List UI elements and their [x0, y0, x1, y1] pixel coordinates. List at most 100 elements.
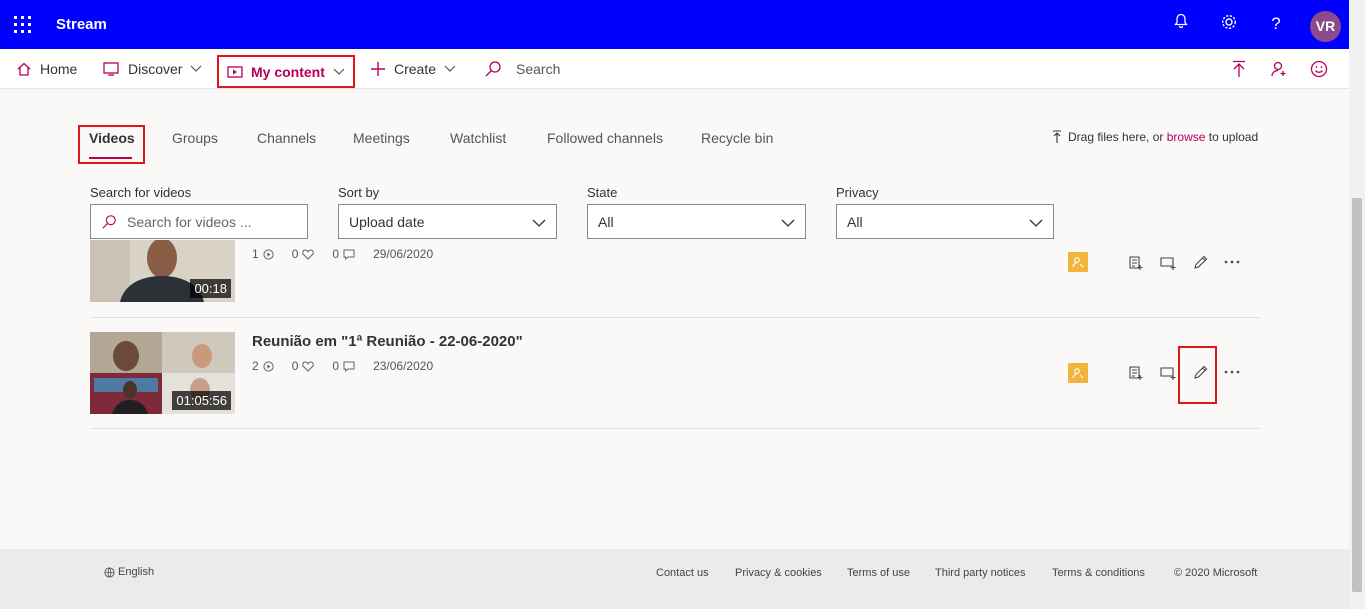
video-icon	[227, 65, 243, 79]
comment-icon	[343, 249, 355, 260]
nav-create-label: Create	[394, 61, 437, 77]
tab-followed-channels[interactable]: Followed channels	[547, 130, 663, 146]
contact-us-link[interactable]: Contact us	[656, 567, 709, 579]
app-name[interactable]: Stream	[56, 16, 107, 33]
nav-my-content[interactable]: My content	[217, 55, 355, 88]
terms-of-use-link[interactable]: Terms of use	[847, 567, 910, 579]
globe-icon	[104, 566, 115, 578]
add-to-list-icon[interactable]	[1125, 362, 1147, 384]
upload-prefix: Drag files here, or	[1068, 130, 1164, 144]
state-dropdown[interactable]: All	[587, 204, 806, 239]
chevron-down-icon	[532, 219, 546, 227]
view-count: 2	[252, 359, 259, 373]
sort-by-label: Sort by	[338, 185, 380, 200]
add-to-channel-icon[interactable]	[1157, 252, 1179, 274]
gear-icon[interactable]	[1218, 13, 1240, 35]
video-row[interactable]: 00:18 1 0 0 29/06/2020	[90, 238, 1260, 318]
discover-icon	[102, 61, 120, 77]
nav-discover-label: Discover	[128, 61, 183, 77]
view-count: 1	[252, 247, 259, 261]
nav-my-content-label: My content	[251, 63, 325, 80]
avatar[interactable]: VR	[1310, 11, 1341, 42]
nav-discover[interactable]: Discover	[102, 49, 202, 89]
like-count: 0	[291, 359, 299, 373]
chevron-down-icon	[444, 63, 456, 75]
like-count: 0	[291, 247, 299, 261]
tab-videos-highlight	[78, 125, 145, 164]
add-to-list-icon[interactable]	[1125, 252, 1147, 274]
chevron-down-icon	[1029, 219, 1043, 227]
comment-count: 0	[332, 247, 340, 261]
tab-watchlist[interactable]: Watchlist	[450, 130, 506, 146]
tab-groups[interactable]: Groups	[172, 130, 218, 146]
bell-icon[interactable]	[1170, 13, 1192, 35]
video-stats: 1 0 0 29/06/2020	[252, 247, 433, 261]
video-title[interactable]: Reunião em "1ª Reunião - 22-06-2020"	[252, 333, 523, 350]
home-icon	[16, 61, 32, 77]
upload-icon[interactable]	[1227, 57, 1251, 81]
nav-home[interactable]: Home	[16, 49, 77, 89]
nav-create[interactable]: Create	[370, 49, 456, 89]
comment-count: 0	[332, 359, 340, 373]
video-stats: 2 0 0 23/06/2020	[252, 359, 433, 373]
heart-icon	[302, 360, 315, 372]
privacy-dropdown[interactable]: All	[836, 204, 1054, 239]
language-label: English	[118, 566, 155, 578]
sort-by-dropdown[interactable]: Upload date	[338, 204, 557, 239]
language-selector[interactable]: English	[104, 566, 154, 578]
permissions-icon[interactable]	[1068, 363, 1088, 383]
chevron-down-icon	[781, 219, 795, 227]
add-user-icon[interactable]	[1267, 57, 1291, 81]
video-thumbnail[interactable]: 01:05:56	[90, 332, 235, 414]
privacy-label: Privacy	[836, 185, 879, 200]
privacy-cookies-link[interactable]: Privacy & cookies	[735, 567, 822, 579]
privacy-value: All	[847, 213, 863, 230]
permissions-icon[interactable]	[1068, 252, 1088, 272]
state-label: State	[587, 185, 618, 200]
search-icon	[484, 60, 502, 78]
comment-icon	[343, 361, 355, 372]
copyright: © 2020 Microsoft	[1174, 567, 1258, 579]
vertical-scrollbar[interactable]	[1349, 0, 1365, 609]
third-party-notices-link[interactable]: Third party notices	[935, 567, 1025, 579]
chevron-down-icon	[190, 63, 202, 75]
video-duration: 01:05:56	[172, 391, 231, 410]
nav-search[interactable]: Search	[484, 49, 560, 89]
waffle-icon[interactable]	[14, 16, 32, 34]
add-to-channel-icon[interactable]	[1157, 362, 1179, 384]
play-count-icon	[263, 248, 274, 260]
top-bar: Stream ? VR	[0, 0, 1349, 49]
plus-icon	[370, 61, 386, 77]
nav-search-placeholder: Search	[516, 61, 561, 77]
help-icon[interactable]: ?	[1265, 13, 1287, 35]
video-row[interactable]: 01:05:56 Reunião em "1ª Reunião - 22-06-…	[90, 318, 1260, 429]
upload-hint: Drag files here, or browse to upload	[1052, 130, 1258, 144]
video-thumbnail[interactable]: 00:18	[90, 240, 235, 302]
upload-suffix: to upload	[1208, 130, 1259, 144]
edit-pencil-icon[interactable]	[1189, 252, 1211, 274]
more-options-icon[interactable]	[1221, 251, 1243, 273]
search-filter-label: Search for videos	[90, 185, 192, 200]
video-duration: 00:18	[190, 279, 231, 298]
upload-date: 29/06/2020	[373, 247, 434, 261]
upload-date: 23/06/2020	[373, 359, 434, 373]
browse-link[interactable]: browse	[1167, 130, 1206, 144]
search-videos-input[interactable]: Search for videos ...	[90, 204, 308, 239]
chevron-down-icon	[333, 66, 345, 78]
heart-icon	[302, 248, 315, 260]
play-count-icon	[263, 360, 274, 372]
search-icon	[102, 214, 116, 229]
scrollbar-thumb[interactable]	[1352, 198, 1362, 592]
sort-by-value: Upload date	[349, 213, 425, 230]
feedback-smiley-icon[interactable]	[1307, 57, 1331, 81]
tab-channels[interactable]: Channels	[257, 130, 316, 146]
terms-conditions-link[interactable]: Terms & conditions	[1052, 567, 1145, 579]
state-value: All	[598, 213, 614, 230]
tab-recycle-bin[interactable]: Recycle bin	[701, 130, 773, 146]
more-options-icon[interactable]	[1221, 361, 1243, 383]
tab-meetings[interactable]: Meetings	[353, 130, 410, 146]
search-videos-placeholder: Search for videos ...	[127, 213, 252, 230]
upload-arrow-icon	[1052, 130, 1062, 144]
edit-button-highlight	[1178, 346, 1217, 404]
main-nav: Home Discover My content Create Search	[0, 49, 1349, 89]
